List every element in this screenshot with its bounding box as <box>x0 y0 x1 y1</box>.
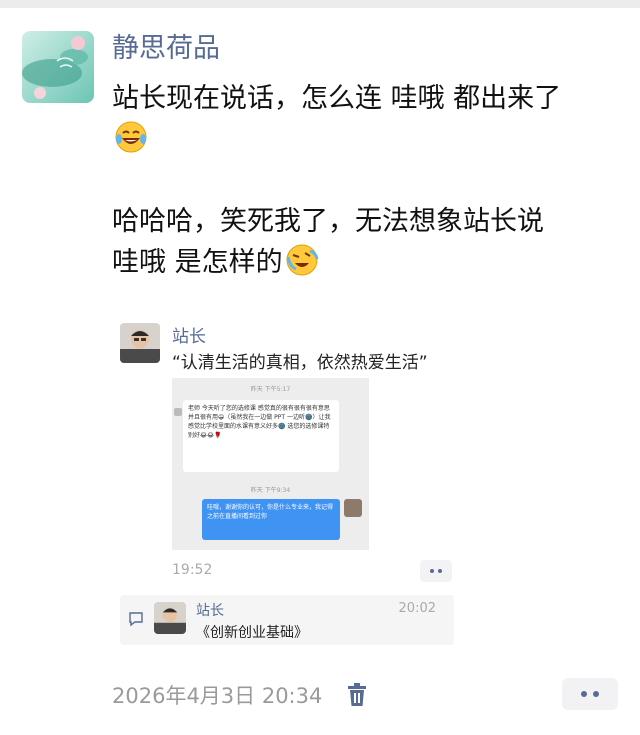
author-avatar[interactable] <box>22 31 94 103</box>
comment-box: 站长 20:02 《创新创业基础》 <box>120 595 454 645</box>
screenshot-message-2: 哇哦，谢谢你的认可，你是什么专业来，我记得之前在直播间看到过你 <box>202 499 340 540</box>
more-dots-icon <box>581 691 587 697</box>
comment-icon <box>128 611 144 631</box>
shared-author-name[interactable]: 站长 <box>172 322 206 347</box>
crying-laughing-emoji-icon <box>285 243 319 277</box>
screenshot-avatar-1 <box>174 408 182 416</box>
chat-screenshot-image[interactable]: 昨天 下午5:17 老师 今天听了您的选修课 感觉真的很有很有很有意思 并且很有… <box>172 378 369 550</box>
shared-more-button[interactable] <box>420 560 452 582</box>
shared-text: “认清生活的真相，依然热爱生活” <box>172 353 428 373</box>
more-dots-icon <box>430 569 434 573</box>
shared-author-avatar[interactable] <box>120 323 160 363</box>
post-timestamp: 2026年4月3日 20:34 <box>112 684 323 708</box>
author-name[interactable]: 静思荷品 <box>112 29 220 69</box>
post-more-button[interactable] <box>562 678 618 710</box>
screenshot-avatar-2 <box>344 499 362 517</box>
trash-icon[interactable] <box>347 683 367 711</box>
comment-author-name[interactable]: 站长 <box>196 600 224 620</box>
screenshot-message-1: 老师 今天听了您的选修课 感觉真的很有很有很有意思 并且很有用😁（虽然我在一边做… <box>183 400 339 472</box>
comment-avatar[interactable] <box>154 602 186 634</box>
comment-time: 20:02 <box>398 601 436 616</box>
shared-time: 19:52 <box>172 562 213 578</box>
post-body: 站长现在说话，怎么连 哇哦 都出来了 哈哈哈，笑死我了，无法想象站长说 哇哦 是… <box>112 78 622 283</box>
post-text-line1: 站长现在说话，怎么连 哇哦 都出来了 <box>112 83 562 114</box>
laughing-tears-emoji-icon <box>114 120 148 154</box>
comment-text[interactable]: 《创新创业基础》 <box>196 622 308 642</box>
post-text-line3a: 哈哈哈，笑死我了，无法想象站长说 <box>112 206 544 237</box>
screenshot-timestamp-2: 昨天 下午9:34 <box>250 487 291 494</box>
screenshot-timestamp-1: 昨天 下午5:17 <box>250 386 291 393</box>
post-text-line3b: 哇哦 是怎样的 <box>112 247 283 278</box>
top-divider <box>0 0 640 8</box>
